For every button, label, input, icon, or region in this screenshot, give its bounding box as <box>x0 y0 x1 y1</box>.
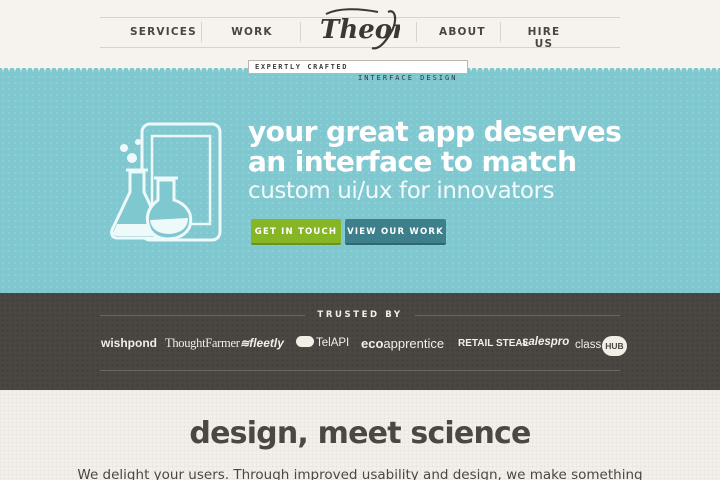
nav-work[interactable]: WORK <box>230 26 274 38</box>
logo-wordmark: Theory <box>320 15 400 45</box>
nav-divider <box>201 22 202 42</box>
nav-about[interactable]: ABOUT <box>439 26 485 38</box>
brand-telapi-label: TelAPI <box>316 337 350 349</box>
tagline-secondary: INTERFACE DESIGN <box>358 74 458 82</box>
nav-divider <box>300 22 301 42</box>
view-our-work-button[interactable]: VIEW OUR WORK <box>345 219 446 245</box>
trusted-rule-bottom <box>100 370 620 371</box>
brand-apprentice-label: apprentice <box>383 336 445 351</box>
brand-class-label: class <box>575 339 602 351</box>
cloud-icon <box>296 336 314 347</box>
brand-telapi-logo: TelAPI <box>296 336 349 349</box>
brand-thoughtfarmer-logo: ThoughtFarmer <box>165 336 240 350</box>
hero-headline-line-1: your great app deserves <box>248 115 622 148</box>
hero-headline-line-2: an interface to match <box>248 145 577 178</box>
tagline-primary: EXPERTLY CRAFTED <box>248 60 468 74</box>
get-in-touch-button[interactable]: GET IN TOUCH <box>251 219 341 245</box>
brand-fleetly-logo: ≋fleetly <box>240 336 284 350</box>
nav-divider <box>500 22 501 42</box>
fleetly-wing-icon: ≋ <box>240 338 250 350</box>
brand-eco-label: eco <box>361 336 384 351</box>
brand-classhub-logo: class HUB <box>575 336 627 356</box>
brand-fleetly-label: fleetly <box>249 336 284 350</box>
section-body-text: We delight your users. Through improved … <box>77 467 643 480</box>
trusted-by-title: TRUSTED BY <box>317 310 403 320</box>
hero-subhead: custom ui/ux for innovators <box>248 178 555 204</box>
brand-retailsteal-logo: RETAIL STEAL <box>458 338 529 349</box>
nav-services[interactable]: SERVICES <box>130 26 196 38</box>
nav-hire-us[interactable]: HIRE US <box>519 26 569 50</box>
theory-logo[interactable]: Theory <box>318 4 400 56</box>
section-title: design, meet science <box>189 416 531 451</box>
tagline-line-1: EXPERTLY CRAFTED <box>255 63 349 71</box>
science-tablet-icon <box>110 122 222 242</box>
brand-wishpond-logo: wishpond <box>101 336 157 350</box>
brand-hub-badge: HUB <box>602 336 627 356</box>
brand-ecoapprentice-logo: ecoapprentice <box>361 336 444 351</box>
site-header: SERVICES WORK Theory ABOUT HIRE US <box>0 0 720 68</box>
nav-divider <box>416 22 417 42</box>
brand-salespro-logo: salespro <box>522 336 570 348</box>
